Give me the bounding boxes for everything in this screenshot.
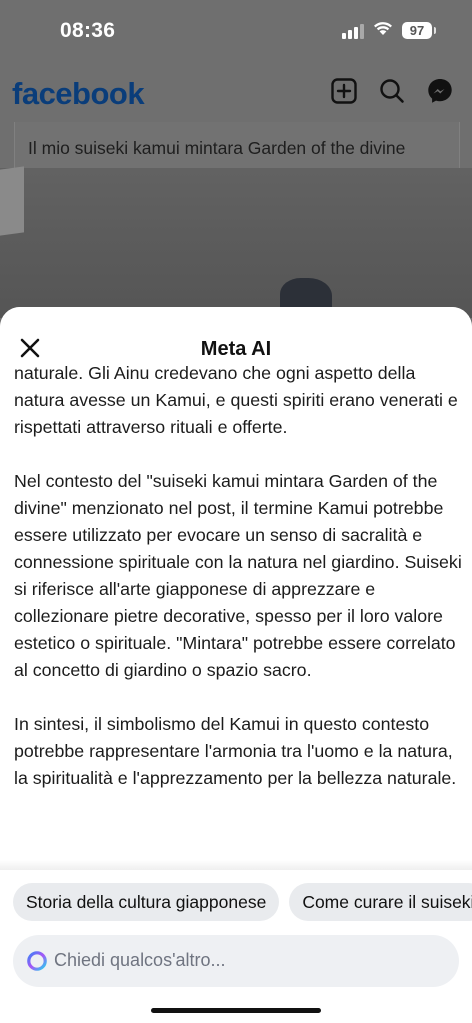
response-paragraph: In sintesi, il simbolismo del Kamui in q… (14, 714, 457, 788)
ask-placeholder: Chiedi qualcos'altro... (54, 950, 226, 970)
suggestion-chip[interactable]: Come curare il suiseki (289, 883, 472, 921)
plus-square-icon[interactable] (330, 77, 358, 105)
meta-ai-sheet: Meta AI naturale. Gli Ainu credevano che… (0, 307, 472, 1023)
wifi-icon (372, 20, 394, 41)
suggestion-chip[interactable]: Storia della cultura giapponese (13, 883, 280, 921)
suggestion-chips: Storia della cultura giapponese Come cur… (13, 883, 472, 921)
status-icons: 97 (342, 20, 436, 41)
messenger-icon[interactable] (426, 77, 454, 105)
ai-response: naturale. Gli Ainu credevano che ogni as… (14, 365, 464, 819)
sheet-title: Meta AI (200, 338, 272, 360)
meta-ai-ring-icon (26, 950, 48, 972)
search-icon[interactable] (378, 77, 406, 105)
facebook-logo[interactable]: facebook (12, 76, 145, 112)
facebook-header: facebook (0, 64, 472, 124)
status-time: 08:36 (60, 19, 116, 42)
battery-indicator: 97 (402, 22, 436, 39)
post-meta (65, 124, 135, 134)
signal-icon (342, 23, 364, 39)
home-indicator[interactable] (151, 1008, 321, 1013)
divider (0, 860, 472, 870)
sheet-header: Meta AI (0, 307, 472, 365)
status-bar: 08:36 97 (0, 0, 472, 64)
ask-input[interactable]: Chiedi qualcos'altro... (13, 935, 459, 987)
ai-response-scroll[interactable]: naturale. Gli Ainu credevano che ogni as… (0, 365, 472, 865)
photo-detail (0, 166, 24, 236)
response-paragraph: naturale. Gli Ainu credevano che ogni as… (14, 365, 458, 437)
response-paragraph: Nel contesto del "suiseki kamui mintara … (14, 471, 462, 680)
post-caption[interactable]: Il mio suiseki kamui mintara Garden of t… (14, 122, 460, 168)
post-photo[interactable] (0, 168, 472, 318)
post-caption-text: Il mio suiseki kamui mintara Garden of t… (28, 138, 406, 158)
